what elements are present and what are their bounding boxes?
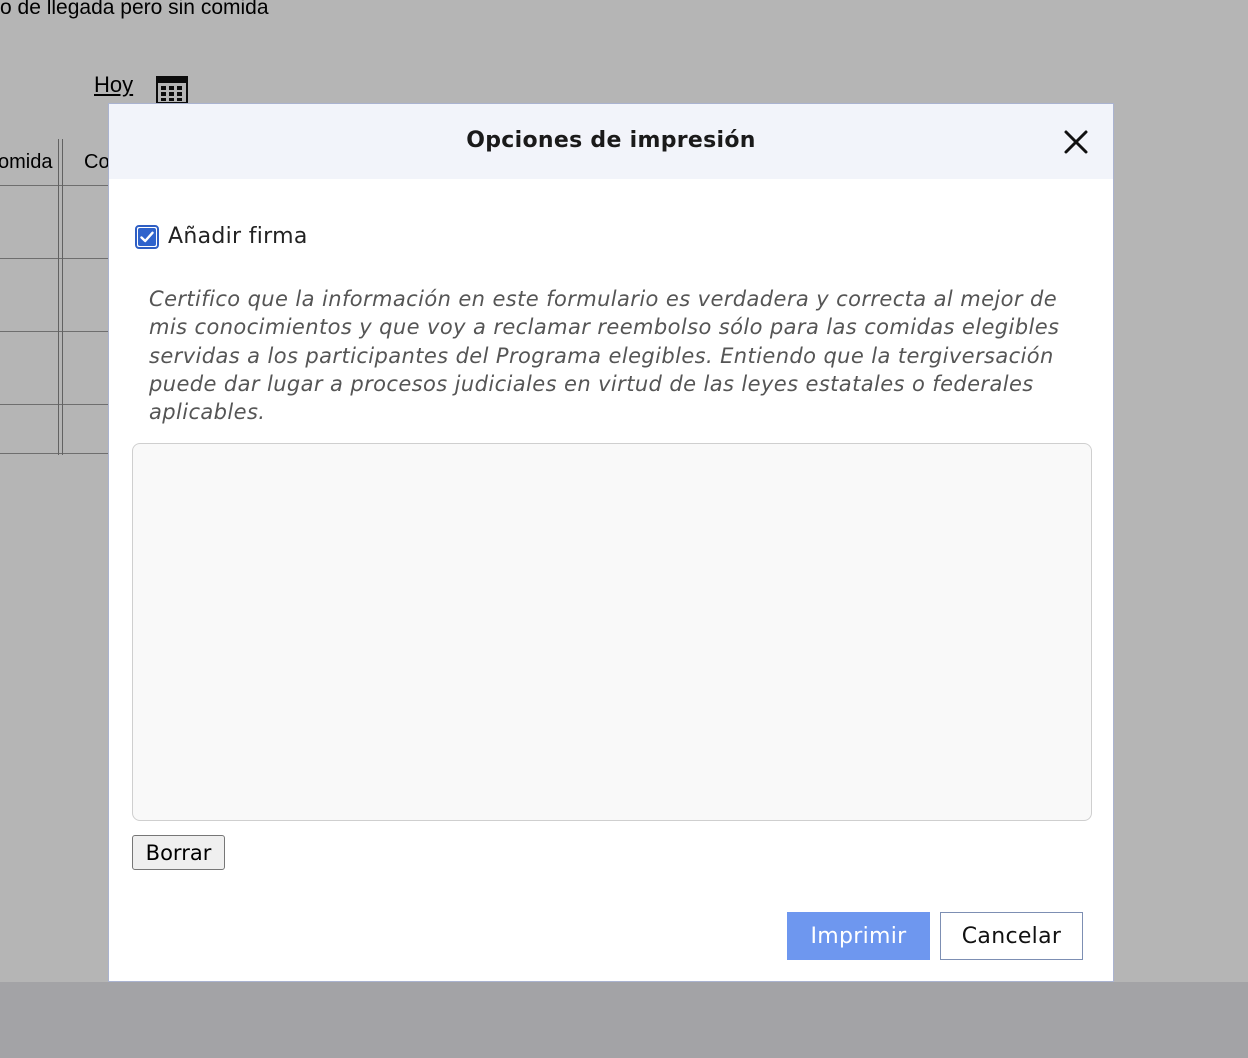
- signature-pad[interactable]: [132, 443, 1092, 821]
- print-button[interactable]: Imprimir: [787, 912, 930, 960]
- add-signature-label: Añadir firma: [168, 224, 308, 249]
- dialog-title: Opciones de impresión: [466, 128, 756, 153]
- close-icon[interactable]: [1063, 129, 1089, 155]
- checkmark-icon: [138, 227, 156, 246]
- certification-text: Certifico que la información en este for…: [149, 287, 1060, 425]
- dialog-header: Opciones de impresión: [109, 104, 1113, 179]
- cancel-button[interactable]: Cancelar: [940, 912, 1083, 960]
- print-options-dialog: Opciones de impresión Añadir firma Certi…: [108, 103, 1114, 982]
- add-signature-toggle[interactable]: Añadir firma: [135, 224, 308, 249]
- clear-signature-button[interactable]: Borrar: [132, 835, 225, 870]
- add-signature-checkbox[interactable]: [135, 224, 159, 249]
